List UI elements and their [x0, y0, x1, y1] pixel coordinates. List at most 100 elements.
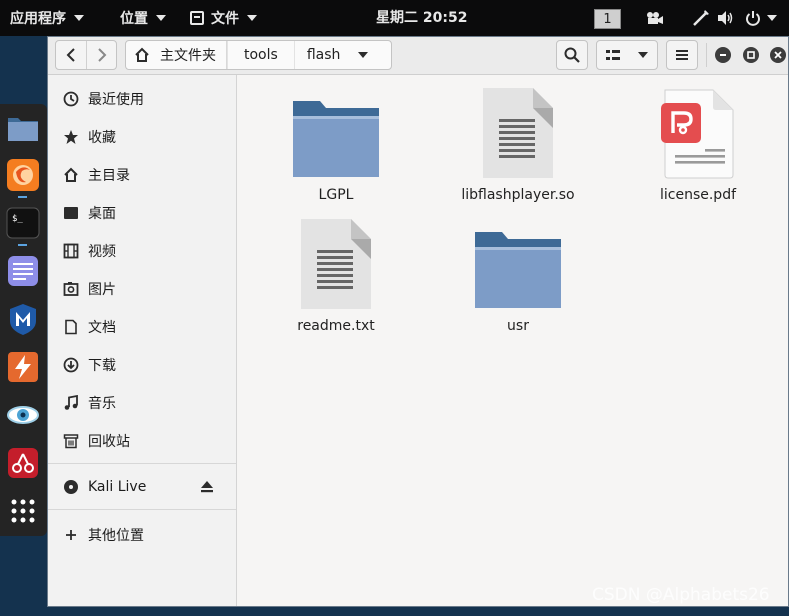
maximize-button[interactable] [743, 47, 759, 63]
camera-icon[interactable] [646, 8, 664, 28]
file-name: license.pdf [659, 187, 737, 203]
path-bar: 主文件夹 tools flash [125, 40, 392, 70]
eject-icon[interactable] [200, 480, 214, 497]
home-icon [62, 166, 80, 184]
minimize-icon [720, 54, 726, 56]
power-icon[interactable] [745, 8, 777, 28]
hamburger-icon [676, 50, 688, 60]
files-app-icon [190, 11, 204, 25]
plus-icon [62, 526, 80, 544]
sidebar-item-label: 桌面 [88, 206, 116, 222]
files-app-menu[interactable]: 文件 [190, 0, 257, 36]
video-icon [62, 242, 80, 260]
file-item[interactable]: libflashplayer.so [458, 87, 578, 203]
sidebar-item-trash[interactable]: 回收站 [48, 426, 236, 456]
file-item[interactable]: usr [458, 218, 578, 334]
apps-menu-label: 应用程序 [10, 11, 66, 27]
sidebar-item-pictures[interactable]: 图片 [48, 274, 236, 304]
sidebar-item-label: 最近使用 [88, 92, 144, 108]
path-flash[interactable]: flash [293, 41, 381, 69]
sidebar-item-label: 音乐 [88, 396, 116, 412]
files-icon[interactable] [6, 110, 40, 144]
sidebar-item-label: 视频 [88, 244, 116, 260]
sidebar-item-music[interactable]: 音乐 [48, 388, 236, 418]
apps-menu[interactable]: 应用程序 [10, 0, 84, 36]
file-item[interactable]: readme.txt [276, 218, 396, 334]
path-tools[interactable]: tools [227, 41, 294, 69]
path-home[interactable]: 主文件夹 [126, 41, 227, 69]
file-manager-window: 主文件夹 tools flash 最近使用 收藏 主目录 桌面 视频 图片 文档… [47, 36, 789, 607]
header-divider [706, 43, 707, 67]
sidebar-item-home[interactable]: 主目录 [48, 160, 236, 190]
chevron-down-icon [74, 15, 84, 21]
eye-icon[interactable] [6, 398, 40, 432]
terminal-icon[interactable]: $_ [6, 206, 40, 240]
workspace-indicator[interactable]: 1 [594, 9, 621, 29]
folder-icon [458, 218, 578, 310]
file-item[interactable]: LGPL [276, 87, 396, 203]
headerbar: 主文件夹 tools flash [48, 37, 788, 75]
cherrytree-icon[interactable] [6, 446, 40, 480]
menu-button[interactable] [666, 40, 698, 70]
watermark: CSDN @Alphabets26 [592, 585, 770, 605]
sidebar-item-label: 下载 [88, 358, 116, 374]
sidebar-item-desktop[interactable]: 桌面 [48, 198, 236, 228]
sidebar-item-downloads[interactable]: 下载 [48, 350, 236, 380]
sidebar-item-other-locations[interactable]: 其他位置 [48, 520, 236, 550]
file-grid: LGPL libflashplayer.so license.pdf readm… [238, 75, 788, 606]
sidebar-item-recent[interactable]: 最近使用 [48, 84, 236, 114]
search-button[interactable] [556, 40, 588, 70]
view-options-button[interactable] [596, 40, 658, 70]
chevron-left-icon [66, 48, 75, 62]
places-menu-label: 位置 [120, 11, 148, 27]
burpsuite-icon[interactable] [6, 350, 40, 384]
sidebar-item-videos[interactable]: 视频 [48, 236, 236, 266]
sidebar-item-label: 回收站 [88, 434, 130, 450]
search-icon [564, 47, 580, 63]
forward-button[interactable] [86, 41, 116, 69]
sidebar-item-documents[interactable]: 文档 [48, 312, 236, 342]
chevron-down-icon [156, 15, 166, 21]
desktop-icon [62, 204, 80, 222]
sidebar-item-label: 其他位置 [88, 528, 144, 544]
download-icon [62, 356, 80, 374]
running-indicator [18, 244, 27, 246]
sidebar-item-starred[interactable]: 收藏 [48, 122, 236, 152]
file-item[interactable]: license.pdf [638, 87, 758, 203]
top-panel: 应用程序 位置 文件 星期二 20:52 1 [0, 0, 789, 36]
file-name: usr [507, 318, 529, 334]
chevron-down-icon [247, 15, 257, 21]
firefox-icon[interactable] [6, 158, 40, 192]
clock[interactable]: 星期二 20:52 [376, 0, 467, 36]
metasploit-icon[interactable] [6, 302, 40, 336]
svg-text:$_: $_ [12, 214, 23, 224]
back-button[interactable] [56, 41, 86, 69]
path-home-label: 主文件夹 [160, 48, 216, 64]
file-name: readme.txt [297, 318, 375, 334]
music-icon [62, 394, 80, 412]
text-editor-icon[interactable] [6, 254, 40, 288]
picture-icon [62, 280, 80, 298]
chevron-down-icon [358, 52, 369, 58]
chevron-right-icon [97, 48, 106, 62]
clock-icon [62, 90, 80, 108]
sidebar-item-label: 收藏 [88, 130, 116, 146]
app-grid-icon[interactable] [6, 494, 40, 528]
places-menu[interactable]: 位置 [120, 0, 166, 36]
chevron-down-icon [767, 15, 777, 21]
sidebar-separator [48, 463, 236, 464]
path-flash-label: flash [306, 47, 341, 63]
sidebar-item-label: 文档 [88, 320, 116, 336]
close-button[interactable] [770, 47, 786, 63]
document-icon [62, 318, 80, 336]
pen-icon[interactable] [692, 8, 710, 28]
trash-icon [62, 432, 80, 450]
list-view-icon [606, 50, 620, 60]
minimize-button[interactable] [715, 47, 731, 63]
sidebar-item-label: 图片 [88, 282, 116, 298]
sidebar-item-kali-live[interactable]: Kali Live [48, 472, 236, 502]
sidebar: 最近使用 收藏 主目录 桌面 视频 图片 文档 下载 音乐 回收站 Kali L… [48, 75, 237, 606]
disc-icon [62, 478, 80, 496]
volume-icon[interactable] [717, 8, 735, 28]
chevron-down-icon [638, 52, 648, 58]
